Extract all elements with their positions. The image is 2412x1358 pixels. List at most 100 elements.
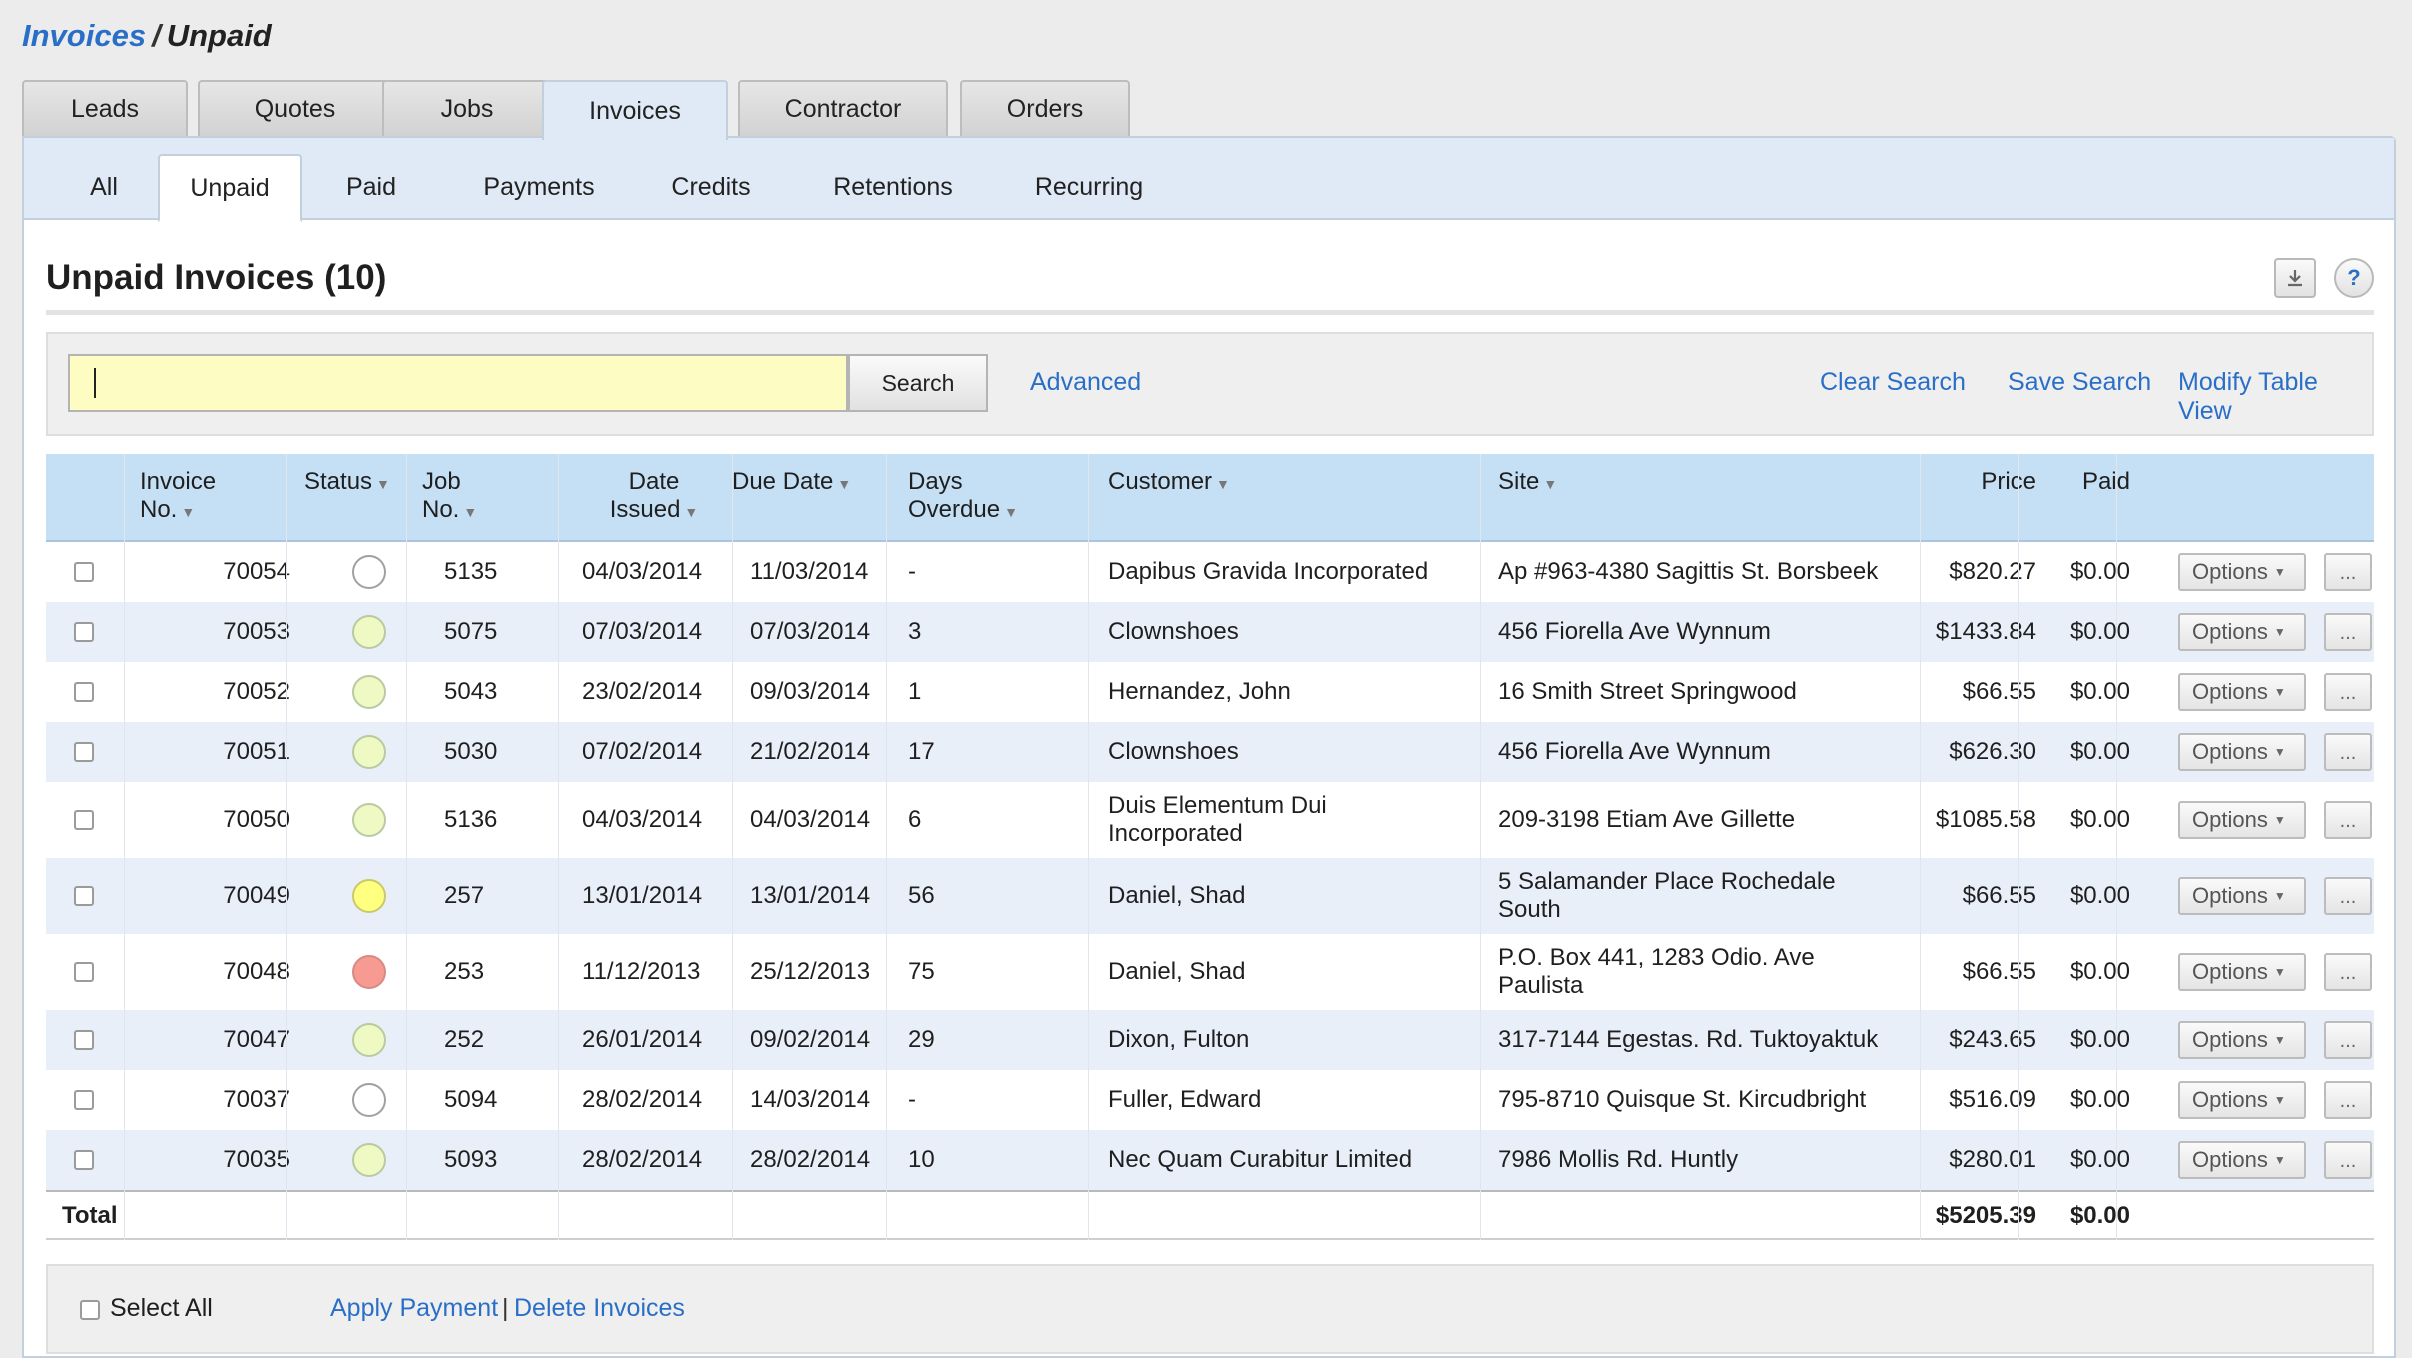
row-options-button[interactable]: Options ▼ [2178,553,2306,591]
col-site[interactable]: Site ▼ [1498,468,1557,498]
tab-invoices[interactable]: Invoices [542,80,728,140]
col-days-overdue[interactable]: Days Overdue ▼ [908,468,1018,526]
row-options-button[interactable]: Options ▼ [2178,1021,2306,1059]
row-options-button[interactable]: Options ▼ [2178,613,2306,651]
table-row[interactable]: 70054 5135 04/03/2014 11/03/2014 - Dapibus Gr… [46,542,2374,602]
job-number[interactable]: 5075 [444,618,497,646]
breadcrumb-invoices-link[interactable]: Invoices [22,18,146,53]
delete-invoices-link[interactable]: Delete Invoices [514,1294,685,1323]
row-options-button[interactable]: Options ▼ [2178,673,2306,711]
col-job-no[interactable]: Job No. ▼ [422,468,477,526]
table-row[interactable]: 70035 5093 28/02/2014 28/02/2014 10 Nec Quam … [46,1130,2374,1190]
table-row[interactable]: 70051 5030 07/02/2014 21/02/2014 17 Clownshoe… [46,722,2374,782]
invoice-number[interactable]: 70049 [138,882,290,910]
customer-name[interactable]: Clownshoes [1108,738,1239,766]
customer-name[interactable]: Dixon, Fulton [1108,1026,1249,1054]
job-number[interactable]: 253 [444,958,484,986]
customer-name[interactable]: Duis Elementum Dui Incorporated [1108,792,1327,848]
select-all-checkbox[interactable] [80,1300,100,1320]
row-checkbox[interactable] [74,1090,94,1110]
customer-name[interactable]: Daniel, Shad [1108,882,1245,910]
row-checkbox[interactable] [74,682,94,702]
subtab-all[interactable]: All [64,154,144,220]
clear-search-link[interactable]: Clear Search [1820,368,1966,397]
subtab-unpaid[interactable]: Unpaid [158,154,302,222]
table-row[interactable]: 70047 252 26/01/2014 09/02/2014 29 Dixon, Ful… [46,1010,2374,1070]
row-checkbox[interactable] [74,622,94,642]
row-more-button[interactable]: ... [2324,877,2372,915]
apply-payment-link[interactable]: Apply Payment [330,1294,498,1323]
invoice-number[interactable]: 70053 [138,618,290,646]
site-address[interactable]: 795-8710 Quisque St. Kircudbright [1498,1086,1866,1114]
job-number[interactable]: 5136 [444,806,497,834]
tab-contractor[interactable]: Contractor [738,80,948,136]
invoice-number[interactable]: 70054 [138,558,290,586]
row-options-button[interactable]: Options ▼ [2178,877,2306,915]
subtab-retentions[interactable]: Retentions [798,154,988,220]
site-address[interactable]: 317-7144 Egestas. Rd. Tuktoyaktuk [1498,1026,1878,1054]
row-checkbox[interactable] [74,962,94,982]
invoice-number[interactable]: 70051 [138,738,290,766]
row-more-button[interactable]: ... [2324,953,2372,991]
subtab-credits[interactable]: Credits [636,154,786,220]
subtab-payments[interactable]: Payments [454,154,624,220]
col-invoice-no[interactable]: Invoice No. ▼ [140,468,216,526]
invoice-number[interactable]: 70052 [138,678,290,706]
row-checkbox[interactable] [74,886,94,906]
row-more-button[interactable]: ... [2324,1021,2372,1059]
row-more-button[interactable]: ... [2324,733,2372,771]
job-number[interactable]: 5093 [444,1146,497,1174]
site-address[interactable]: 456 Fiorella Ave Wynnum [1498,618,1771,646]
download-icon[interactable] [2274,258,2316,298]
search-button[interactable]: Search [848,354,988,412]
site-address[interactable]: 7986 Mollis Rd. Huntly [1498,1146,1738,1174]
row-more-button[interactable]: ... [2324,613,2372,651]
invoice-number[interactable]: 70037 [138,1086,290,1114]
row-options-button[interactable]: Options ▼ [2178,733,2306,771]
row-more-button[interactable]: ... [2324,673,2372,711]
row-checkbox[interactable] [74,810,94,830]
site-address[interactable]: 456 Fiorella Ave Wynnum [1498,738,1771,766]
site-address[interactable]: 16 Smith Street Springwood [1498,678,1797,706]
invoice-number[interactable]: 70047 [138,1026,290,1054]
col-due-date[interactable]: Due Date ▼ [732,468,851,498]
tab-orders[interactable]: Orders [960,80,1130,136]
customer-name[interactable]: Dapibus Gravida Incorporated [1108,558,1428,586]
row-more-button[interactable]: ... [2324,1081,2372,1119]
save-search-link[interactable]: Save Search [2008,368,2151,397]
tab-leads[interactable]: Leads [22,80,188,136]
row-checkbox[interactable] [74,742,94,762]
row-options-button[interactable]: Options ▼ [2178,801,2306,839]
site-address[interactable]: Ap #963-4380 Sagittis St. Borsbeek [1498,558,1878,586]
site-address[interactable]: P.O. Box 441, 1283 Odio. Ave Paulista [1498,944,1815,1000]
subtab-paid[interactable]: Paid [316,154,426,220]
table-row[interactable]: 70052 5043 23/02/2014 09/03/2014 1 Hernandez,… [46,662,2374,722]
job-number[interactable]: 5030 [444,738,497,766]
job-number[interactable]: 5043 [444,678,497,706]
row-options-button[interactable]: Options ▼ [2178,1141,2306,1179]
customer-name[interactable]: Hernandez, John [1108,678,1291,706]
table-row[interactable]: 70053 5075 07/03/2014 07/03/2014 3 Clownshoes… [46,602,2374,662]
table-row[interactable]: 70037 5094 28/02/2014 14/03/2014 - Fuller, Ed… [46,1070,2374,1130]
customer-name[interactable]: Nec Quam Curabitur Limited [1108,1146,1412,1174]
job-number[interactable]: 5094 [444,1086,497,1114]
help-icon[interactable]: ? [2334,258,2374,298]
job-number[interactable]: 5135 [444,558,497,586]
invoice-number[interactable]: 70050 [138,806,290,834]
site-address[interactable]: 5 Salamander Place Rochedale South [1498,868,1836,924]
tab-quotes[interactable]: Quotes [198,80,392,136]
table-row[interactable]: 70048 253 11/12/2013 25/12/2013 75 Daniel, Sh… [46,934,2374,1010]
row-more-button[interactable]: ... [2324,801,2372,839]
modify-table-view-link[interactable]: Modify Table View [2178,368,2372,426]
subtab-recurring[interactable]: Recurring [994,154,1184,220]
tab-jobs[interactable]: Jobs [382,80,552,136]
job-number[interactable]: 252 [444,1026,484,1054]
job-number[interactable]: 257 [444,882,484,910]
row-checkbox[interactable] [74,1150,94,1170]
customer-name[interactable]: Clownshoes [1108,618,1239,646]
customer-name[interactable]: Fuller, Edward [1108,1086,1261,1114]
invoice-number[interactable]: 70048 [138,958,290,986]
customer-name[interactable]: Daniel, Shad [1108,958,1245,986]
table-row[interactable]: 70049 257 13/01/2014 13/01/2014 56 Daniel, Sh… [46,858,2374,934]
col-date-issued[interactable]: Date Issued ▼ [574,468,734,526]
